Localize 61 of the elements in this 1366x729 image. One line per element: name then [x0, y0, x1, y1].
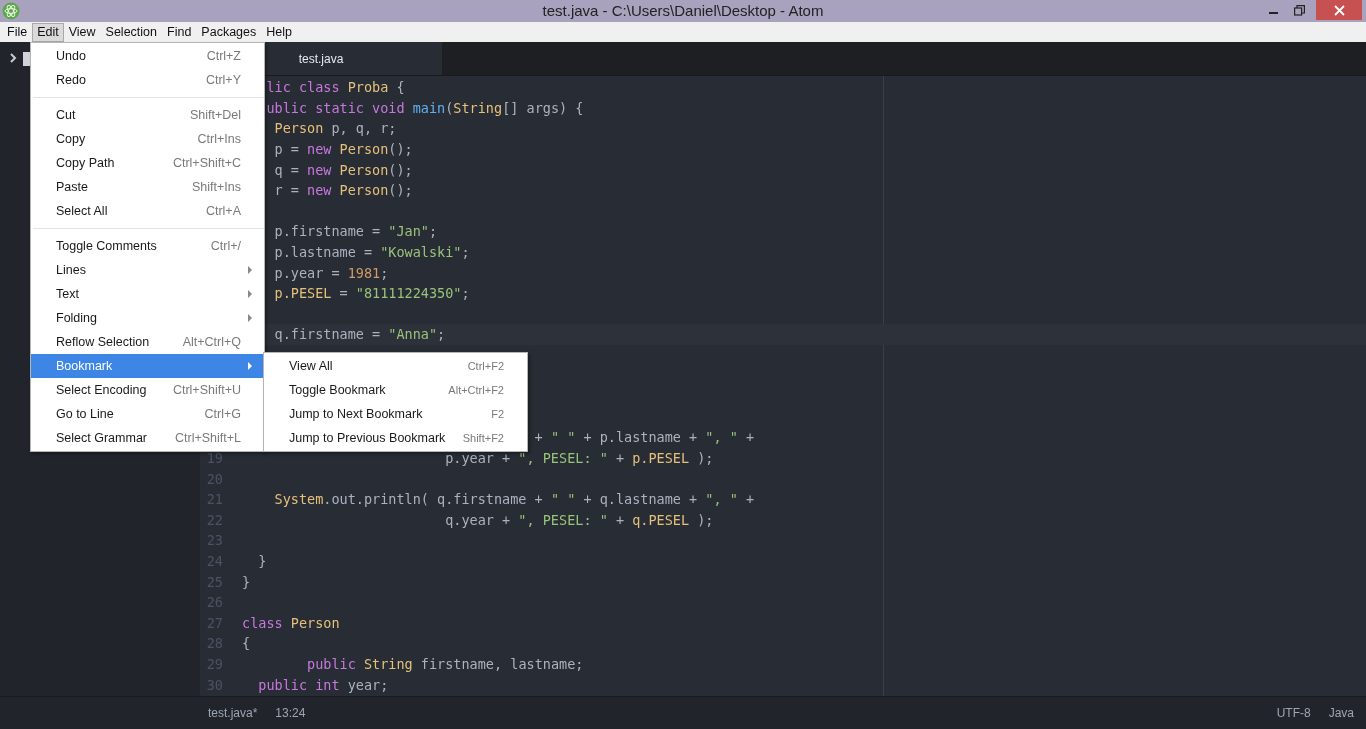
menu-item[interactable]: Lines: [31, 258, 264, 282]
code-line: class Person: [242, 614, 340, 631]
cursor-position[interactable]: 13:24: [275, 706, 306, 720]
menu-bar-item[interactable]: Selection: [100, 22, 162, 42]
menu-item[interactable]: Jump to Previous Bookmark Shift+F2: [264, 426, 527, 450]
close-button[interactable]: [1316, 0, 1362, 20]
menu-bar-item[interactable]: View: [63, 22, 101, 42]
code-line: public int year;: [258, 676, 389, 693]
menu-item[interactable]: Jump to Next Bookmark F2: [264, 402, 527, 426]
code-line: Person p, q, r;: [274, 120, 397, 137]
code-line: + " " + p.lastname + ", " +: [534, 429, 755, 446]
code-line: ublic static void main(String[] args) {: [266, 99, 584, 116]
menu-item[interactable]: Select Grammar Ctrl+Shift+L: [31, 426, 264, 450]
menu-item[interactable]: Select All Ctrl+A: [31, 199, 264, 223]
code-line: p = new Person();: [274, 141, 413, 158]
submenu-arrow-icon: [247, 314, 253, 322]
chevron-icon[interactable]: [9, 52, 17, 64]
menu-bar-item[interactable]: Find: [162, 22, 197, 42]
code-line: public String firstname, lastname;: [307, 655, 584, 672]
menu-item[interactable]: Cut Shift+Del: [31, 103, 264, 127]
code-line: q.firstname = "Anna";: [274, 326, 446, 343]
menu-item[interactable]: Bookmark: [31, 354, 264, 378]
grammar-label[interactable]: Java: [1328, 706, 1354, 720]
restore-icon: [1293, 4, 1305, 16]
menu-item[interactable]: Text: [31, 282, 264, 306]
window-title: test.java - C:\Users\Daniel\Desktop - Atom: [542, 2, 824, 19]
menu-bar-item[interactable]: File: [2, 22, 33, 42]
submenu-arrow-icon: [247, 290, 253, 298]
menu-item[interactable]: Copy Ctrl+Ins: [31, 127, 264, 151]
code-line: System.out.println( q.firstname + " " + q.lastname + ", " +: [274, 491, 755, 508]
code-line: r = new Person();: [274, 182, 413, 199]
code-line: p.year = 1981;: [274, 264, 389, 281]
close-icon: [1333, 4, 1345, 16]
code-line: {: [242, 635, 251, 652]
submenu-arrow-icon: [247, 266, 253, 274]
menu-item[interactable]: Toggle Comments Ctrl+/: [31, 234, 264, 258]
code-line: lic class Proba {: [266, 79, 405, 96]
minimize-icon: [1268, 12, 1278, 14]
menu-item[interactable]: Paste Shift+Ins: [31, 175, 264, 199]
menu-item[interactable]: Go to Line Ctrl+G: [31, 402, 264, 426]
code-line: q.year + ", PESEL: " + q.PESEL );: [445, 511, 714, 528]
file-name[interactable]: test.java*: [208, 706, 258, 720]
menu-item[interactable]: Reflow Selection Alt+Ctrl+Q: [31, 330, 264, 354]
code-line: p.year + ", PESEL: " + p.PESEL );: [445, 450, 714, 466]
encoding-label[interactable]: UTF-8: [1276, 706, 1311, 720]
menu-item[interactable]: Copy Path Ctrl+Shift+C: [31, 151, 264, 175]
atom-icon: [2, 2, 20, 20]
code-line: }: [242, 573, 251, 590]
menu-item[interactable]: Toggle Bookmark Alt+Ctrl+F2: [264, 378, 527, 402]
code-line: p.PESEL = "81111224350";: [274, 285, 470, 302]
submenu-arrow-icon: [247, 362, 253, 370]
code-line: }: [258, 552, 267, 569]
menu-item[interactable]: View All Ctrl+F2: [264, 354, 527, 378]
menu-item[interactable]: Folding: [31, 306, 264, 330]
code-line: q = new Person();: [274, 161, 413, 178]
menu-item[interactable]: Select Encoding Ctrl+Shift+U: [31, 378, 264, 402]
menu-bar-item[interactable]: Packages: [196, 22, 262, 42]
code-line: p.firstname = "Jan";: [274, 223, 438, 240]
menu-bar-item[interactable]: Edit: [32, 22, 64, 42]
menu-bar-item[interactable]: Help: [261, 22, 297, 42]
code-line: p.lastname = "Kowalski";: [274, 244, 470, 261]
